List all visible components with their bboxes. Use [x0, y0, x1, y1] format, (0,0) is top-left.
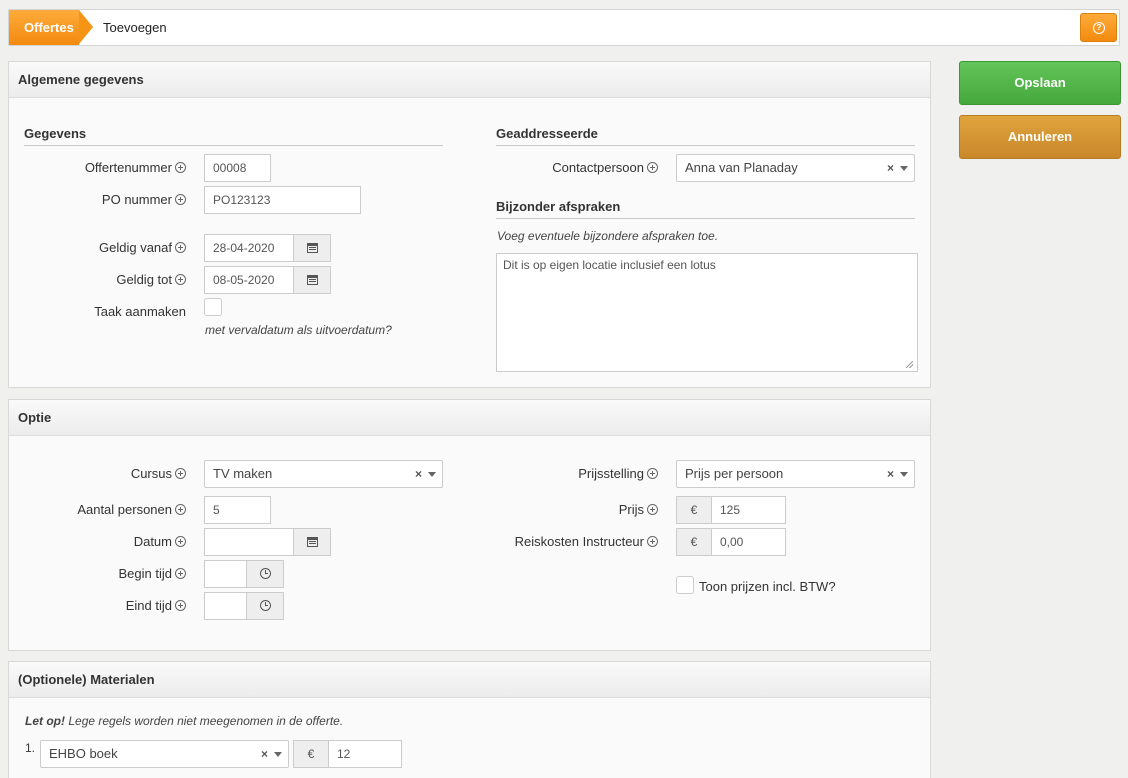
start-time-field[interactable] — [204, 560, 247, 588]
add-circle-icon[interactable] — [175, 504, 186, 515]
add-circle-icon[interactable] — [175, 468, 186, 479]
calendar-icon — [306, 537, 318, 547]
chevron-down-icon[interactable] — [428, 472, 436, 477]
materials-panel: (Optionele) Materialen Let op! Lege rege… — [8, 661, 931, 778]
materials-note: Let op! Lege regels worden niet meegenom… — [25, 714, 343, 728]
resize-handle[interactable] — [906, 361, 913, 368]
add-circle-icon[interactable] — [175, 536, 186, 547]
materials-note-bold: Let op! — [25, 714, 65, 728]
valid-from-calendar-button[interactable] — [293, 234, 331, 262]
persons-label: Aantal personen — [24, 502, 186, 517]
date-label: Datum — [24, 534, 186, 549]
valid-from-field[interactable]: 28-04-2020 — [204, 234, 294, 262]
add-circle-icon[interactable] — [175, 600, 186, 611]
details-section-title: Gegevens — [24, 126, 443, 146]
add-circle-icon[interactable] — [647, 468, 658, 479]
chevron-down-icon[interactable] — [900, 472, 908, 477]
valid-to-calendar-button[interactable] — [293, 266, 331, 294]
travel-cost-label: Reiskosten Instructeur — [496, 534, 658, 549]
end-time-field[interactable] — [204, 592, 247, 620]
po-number-label: PO nummer — [24, 192, 186, 207]
calendar-icon — [306, 243, 318, 253]
top-bar: Offertes Toevoegen ? — [8, 9, 1120, 46]
end-time-button[interactable] — [246, 592, 284, 620]
date-field[interactable] — [204, 528, 294, 556]
breadcrumb-arrow — [79, 10, 93, 44]
contact-select-value: Anna van Planaday — [685, 160, 798, 175]
pricing-select-value: Prijs per persoon — [685, 466, 784, 481]
materials-panel-title: (Optionele) Materialen — [9, 662, 930, 698]
general-panel-title: Algemene gegevens — [9, 62, 930, 98]
start-time-label: Begin tijd — [24, 566, 186, 581]
breadcrumb-current: Toevoegen — [103, 20, 167, 35]
add-circle-icon[interactable] — [175, 242, 186, 253]
material-price-field[interactable]: 12 — [328, 740, 402, 768]
save-button[interactable]: Opslaan — [959, 61, 1121, 105]
option-panel: Optie Cursus TV maken × Aantal personen … — [8, 399, 931, 651]
clock-icon — [259, 600, 271, 611]
offer-number-label: Offertenummer — [24, 160, 186, 175]
material-select-value: EHBO boek — [49, 746, 118, 761]
po-number-field[interactable]: PO123123 — [204, 186, 361, 214]
euro-icon: € — [293, 740, 329, 768]
date-calendar-button[interactable] — [293, 528, 331, 556]
contact-label: Contactpersoon — [496, 160, 658, 175]
clear-icon[interactable]: × — [887, 155, 894, 181]
help-icon: ? — [1093, 22, 1105, 34]
task-hint: met vervaldatum als uitvoerdatum? — [205, 323, 392, 337]
task-label: Taak aanmaken — [94, 304, 186, 319]
materials-note-text: Lege regels worden niet meegenomen in de… — [68, 714, 344, 728]
calendar-icon — [306, 275, 318, 285]
incl-vat-checkbox[interactable] — [676, 576, 694, 594]
material-select[interactable]: EHBO boek × — [40, 740, 289, 768]
chevron-down-icon[interactable] — [274, 752, 282, 757]
clear-icon[interactable]: × — [887, 461, 894, 487]
valid-from-label: Geldig vanaf — [24, 240, 186, 255]
clear-icon[interactable]: × — [261, 741, 268, 767]
special-textarea[interactable]: Dit is op eigen locatie inclusief een lo… — [496, 253, 918, 372]
course-select[interactable]: TV maken × — [204, 460, 443, 488]
start-time-button[interactable] — [246, 560, 284, 588]
price-field[interactable]: 125 — [711, 496, 786, 524]
pricing-select[interactable]: Prijs per persoon × — [676, 460, 915, 488]
pricing-label: Prijsstelling — [496, 466, 658, 481]
offer-number-field[interactable]: 00008 — [204, 154, 271, 182]
add-circle-icon[interactable] — [175, 194, 186, 205]
euro-icon: € — [676, 528, 712, 556]
add-circle-icon[interactable] — [647, 162, 658, 173]
valid-to-field[interactable]: 08-05-2020 — [204, 266, 294, 294]
price-label: Prijs — [496, 502, 658, 517]
add-circle-icon[interactable] — [647, 504, 658, 515]
special-hint: Voeg eventuele bijzondere afspraken toe. — [497, 229, 719, 243]
add-circle-icon[interactable] — [175, 162, 186, 173]
breadcrumb-offertes[interactable]: Offertes — [9, 10, 79, 45]
help-button[interactable]: ? — [1080, 13, 1117, 42]
clock-icon — [259, 568, 271, 579]
euro-icon: € — [676, 496, 712, 524]
persons-field[interactable]: 5 — [204, 496, 271, 524]
add-circle-icon[interactable] — [647, 536, 658, 547]
material-row-index: 1. — [25, 741, 36, 755]
special-section-title: Bijzonder afspraken — [496, 199, 915, 219]
general-panel: Algemene gegevens Gegevens Offertenummer… — [8, 61, 931, 388]
contact-select[interactable]: Anna van Planaday × — [676, 154, 915, 182]
travel-cost-field[interactable]: 0,00 — [711, 528, 786, 556]
add-circle-icon[interactable] — [175, 568, 186, 579]
chevron-down-icon[interactable] — [900, 166, 908, 171]
course-select-value: TV maken — [213, 466, 273, 481]
addressee-section-title: Geaddresseerde — [496, 126, 915, 146]
add-circle-icon[interactable] — [175, 274, 186, 285]
task-checkbox[interactable] — [204, 298, 222, 316]
cancel-button[interactable]: Annuleren — [959, 115, 1121, 159]
incl-vat-label: Toon prijzen incl. BTW? — [699, 579, 836, 594]
end-time-label: Eind tijd — [24, 598, 186, 613]
valid-to-label: Geldig tot — [24, 272, 186, 287]
course-label: Cursus — [24, 466, 186, 481]
option-panel-title: Optie — [9, 400, 930, 436]
clear-icon[interactable]: × — [415, 461, 422, 487]
